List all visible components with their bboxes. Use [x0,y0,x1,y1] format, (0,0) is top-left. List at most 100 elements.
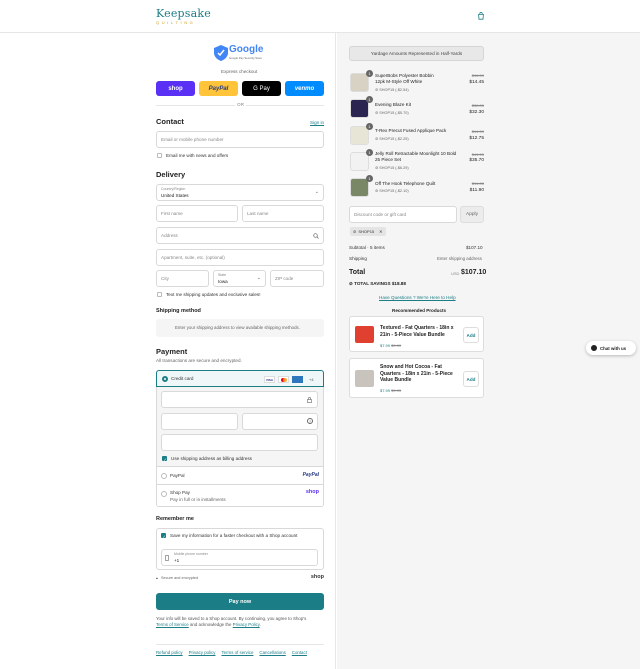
paypal-button[interactable]: PayPal [199,81,238,96]
payment-secure-note: All transactions are secure and encrypte… [156,358,242,363]
remove-discount-icon[interactable]: ✕ [379,229,382,234]
country-select[interactable]: Country/Region United States ⌄ [156,184,324,201]
email-field[interactable]: Email or mobile phone number [156,131,324,148]
rec-old-price: $9.99 [391,343,402,348]
billing-same-checkbox[interactable] [162,456,167,462]
item-discount-text: SHOP15 (-$6.29) [379,166,409,170]
yardage-banner-text: Yardage Amounts Represented in Half-Yard… [370,51,463,56]
terms-of-service-link[interactable]: Terms of Service [156,622,189,627]
brand-logo[interactable]: Keepsake QUILTING [156,8,211,25]
card-number-field[interactable] [161,391,318,408]
sms-checkbox[interactable] [157,292,162,297]
terms-of-service-footer-link[interactable]: Terms of service [221,650,253,655]
discount-tag: ⊘ SHOP15 ✕ [350,227,386,236]
shop-pay-option[interactable]: Shop Pay Pay in full or in installments … [156,484,324,507]
item-discount-text: SHOP15 (-$2.10) [379,189,409,193]
payment-heading: Payment [156,347,188,356]
brand-name: Keepsake [156,7,211,20]
item-price: $12.75 [469,136,484,141]
shop-pay-radio[interactable] [161,491,167,497]
add-button[interactable]: Add [463,371,479,387]
item-price: $11.90 [469,188,484,193]
venmo-button[interactable]: venmo [285,81,324,96]
total-savings: ⊘ TOTAL SAVINGS $18.88 [349,281,406,287]
google-pay-button[interactable]: G Pay [242,81,281,96]
sign-in-link[interactable]: Sign in [310,120,324,125]
credit-card-label: Credit card [171,376,194,381]
item-old-price: $41.99 [471,152,484,157]
mobile-phone-field[interactable]: Mobile phone number +1 [161,549,318,566]
item-old-price: $16.99 [471,73,484,78]
shop-logo: shop [305,489,319,495]
recommended-product-price: $7.99 $9.99 [380,388,401,393]
item-discount: ⊘ SHOP15 (-$6.29) [375,165,409,170]
paypal-radio[interactable] [161,473,167,479]
mobile-phone-value: +1 [174,558,180,563]
cancellations-link[interactable]: Cancellations [259,650,285,655]
sms-label: Text me shipping updates and exclusive s… [166,292,261,297]
item-price: $35.70 [469,158,484,163]
credit-card-option[interactable]: Credit card VISA +4 [156,370,324,387]
help-icon[interactable]: ? [307,418,313,424]
first-name-field[interactable]: First name [156,205,238,222]
privacy-policy-footer-link[interactable]: Privacy policy [189,650,216,655]
mobile-phone-label: Mobile phone number [174,552,208,556]
newsletter-checkbox[interactable] [157,153,162,158]
recommended-product-name: Textured - Fat Quarters - 18in x 21in - … [380,325,454,338]
rec-price: $7.99 [380,343,391,348]
name-on-card-field[interactable] [161,434,318,451]
chat-widget[interactable]: Chat with us [586,341,636,355]
pay-now-button[interactable]: Pay now [156,593,324,610]
save-info-label: Save my information for a faster checkou… [170,533,298,538]
google-badge-subtitle: Google Pay Security Store [229,56,262,60]
zip-field[interactable]: ZIP code [270,270,324,287]
phone-icon [165,555,169,561]
add-button[interactable]: Add [463,327,479,343]
add-label: Add [466,332,476,338]
rec-price: $7.99 [380,388,391,393]
brand-tagline: QUILTING [156,20,196,25]
shipping-value: Enter shipping address [437,256,482,261]
secure-row: 🔒︎ Secure and encrypted shop [156,574,324,582]
item-name: T-Rex Precut Fused Applique Pack [375,128,447,133]
contact-link[interactable]: Contact [292,650,307,655]
more-cards-badge: +4 [309,377,314,382]
yardage-banner: Yardage Amounts Represented in Half-Yard… [349,46,484,61]
save-info-checkbox[interactable] [161,533,166,539]
paypal-option[interactable]: PayPal PayPal [156,466,324,484]
item-name: Jelly Roll Retractable Moonlight 10 Bold… [375,151,457,162]
security-code-field[interactable]: ? [242,413,318,430]
state-value: Iowa [218,279,228,284]
expiry-field[interactable] [161,413,238,430]
secure-encrypted-label: Secure and encrypted [161,576,199,580]
state-label: State [218,273,227,277]
apartment-field[interactable]: Apartment, suite, etc. (optional) [156,249,324,266]
shopping-bag-icon[interactable] [477,12,485,20]
help-link[interactable]: Have Questions ? We're Here to Help [379,295,456,300]
tag-icon: ⊘ [353,229,357,234]
state-select[interactable]: State Iowa ⌄ [213,270,266,287]
refund-policy-link[interactable]: Refund policy [156,650,183,655]
lock-icon [307,397,312,403]
item-discount-text: SHOP15 (-$2.25) [379,137,409,141]
address-field[interactable]: Address [156,227,324,244]
or-text: OR [235,102,246,107]
apply-label: Apply [466,212,478,217]
paypal-logo: PayPal [302,472,319,478]
amex-icon [292,376,303,383]
credit-card-radio[interactable] [162,376,168,382]
last-name-field[interactable]: Last name [242,205,324,222]
header: Keepsake QUILTING [0,0,640,33]
apply-button[interactable]: Apply [460,206,484,223]
item-price: $32.30 [469,110,484,115]
google-badge: Google Google Pay Security Store [214,44,266,62]
shop-pay-button[interactable]: shop [156,81,195,96]
city-field[interactable]: City [156,270,209,287]
delivery-heading: Delivery [156,170,186,179]
paypal-label: PayPal [208,85,229,92]
discount-code-placeholder: Discount code or gift card [354,212,407,217]
discount-code-field[interactable]: Discount code or gift card [349,206,457,223]
pay-now-label: Pay now [228,598,252,605]
privacy-policy-link[interactable]: Privacy Policy [233,622,260,627]
chat-icon [591,345,597,351]
